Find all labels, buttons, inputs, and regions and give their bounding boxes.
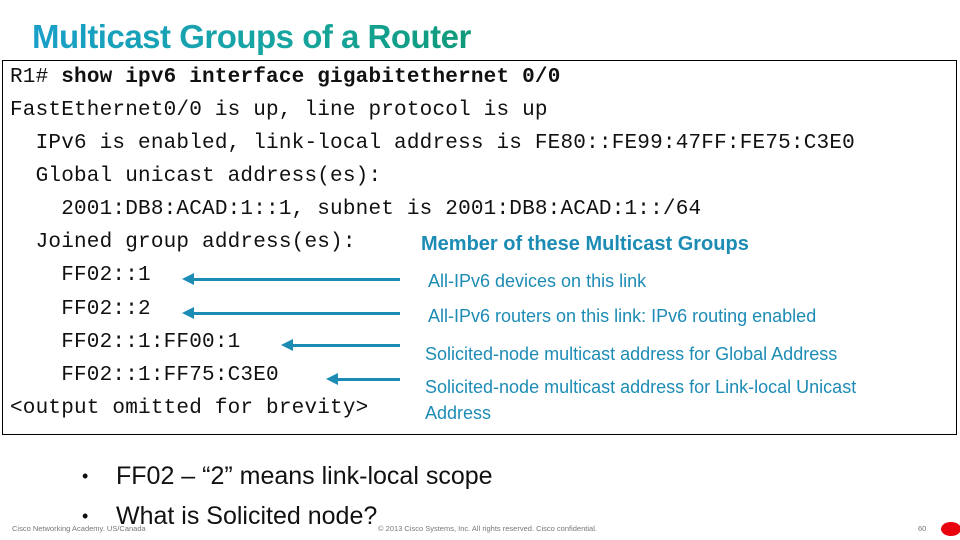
bullet-item: • FF02 – “2” means link-local scope bbox=[82, 456, 493, 496]
terminal-line: FastEthernet0/0 is up, line protocol is … bbox=[10, 99, 548, 122]
bullet-text: What is Solicited node? bbox=[116, 501, 378, 530]
bullet-text: FF02 – “2” means link-local scope bbox=[116, 461, 493, 490]
terminal-line-group-ff02-2: FF02::2 bbox=[10, 298, 151, 321]
page-number: 60 bbox=[918, 524, 927, 533]
terminal-line: 2001:DB8:ACAD:1::1, subnet is 2001:DB8:A… bbox=[10, 198, 702, 221]
terminal-line-group-ff02-1: FF02::1 bbox=[10, 264, 151, 287]
arrow-left-icon bbox=[182, 307, 400, 319]
annotation-solicited-linklocal: Solicited-node multicast address for Lin… bbox=[425, 377, 857, 397]
bullet-dot-icon: • bbox=[82, 465, 89, 486]
terminal-prompt: R1# bbox=[10, 66, 62, 89]
terminal-line-omitted: <output omitted for brevity> bbox=[10, 397, 369, 420]
footer-academy: Cisco Networking Academy. US/Canada bbox=[12, 524, 146, 533]
arrow-left-icon bbox=[326, 373, 400, 385]
annotation-solicited-linklocal-cont: Address bbox=[425, 403, 492, 423]
terminal-command: show ipv6 interface gigabitethernet 0/0 bbox=[61, 66, 561, 89]
annotation-solicited-global: Solicited-node multicast address for Glo… bbox=[425, 344, 838, 364]
terminal-line: IPv6 is enabled, link-local address is F… bbox=[10, 132, 855, 155]
terminal-command-line: R1# show ipv6 interface gigabitethernet … bbox=[10, 66, 561, 89]
annotation-all-routers: All-IPv6 routers on this link: IPv6 rout… bbox=[428, 306, 817, 326]
cisco-red-dot-icon bbox=[941, 522, 960, 536]
terminal-line-group-solicited-linklocal: FF02::1:FF75:C3E0 bbox=[10, 364, 279, 387]
arrow-left-icon bbox=[281, 339, 400, 351]
footer-copyright: © 2013 Cisco Systems, Inc. All rights re… bbox=[378, 524, 597, 533]
arrow-left-icon bbox=[182, 273, 400, 285]
terminal-line: Global unicast address(es): bbox=[10, 165, 382, 188]
slide-title: Multicast Groups of a Router bbox=[32, 18, 471, 55]
terminal-line: Joined group address(es): bbox=[10, 231, 356, 254]
annotation-all-devices: All-IPv6 devices on this link bbox=[428, 271, 647, 291]
annotation-heading: Member of these Multicast Groups bbox=[421, 233, 749, 255]
terminal-line-group-solicited-global: FF02::1:FF00:1 bbox=[10, 331, 241, 354]
